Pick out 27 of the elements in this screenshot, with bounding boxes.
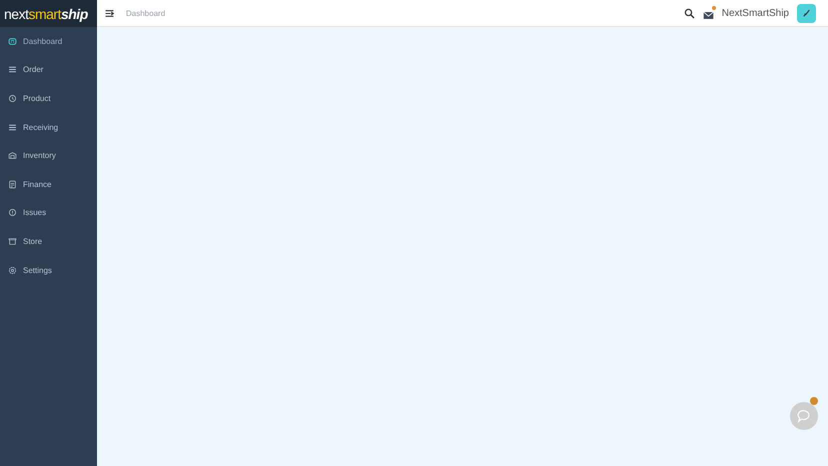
avatar[interactable] — [797, 4, 816, 22]
box-icon — [8, 236, 17, 246]
sidebar-item[interactable]: Finance — [0, 170, 97, 199]
sidebar-item[interactable]: Receiving — [0, 112, 97, 142]
list-icon — [8, 65, 17, 74]
logo: nextsmartship — [0, 0, 97, 27]
document-icon — [8, 180, 17, 189]
menu-icon[interactable] — [105, 8, 114, 18]
sidebar-item[interactable]: Inventory — [0, 141, 97, 170]
breadcrumb: Dashboard — [126, 8, 166, 18]
alert-icon — [8, 208, 17, 218]
sidebar-item[interactable]: Issues — [0, 198, 97, 228]
sidebar-item[interactable]: Order — [0, 56, 97, 84]
pen-icon — [801, 8, 812, 18]
sidebar-item[interactable]: Product — [0, 84, 97, 113]
list-icon — [8, 122, 17, 132]
sidebar-item[interactable]: Dashboard — [0, 27, 97, 56]
clock-icon — [8, 94, 17, 103]
user-name[interactable]: NextSmartShip — [722, 8, 789, 18]
house-icon — [8, 151, 17, 160]
mail-icon[interactable] — [702, 10, 714, 20]
settings-icon — [8, 266, 17, 275]
sidebar-item[interactable]: Store — [0, 227, 97, 256]
gauge-icon — [8, 36, 17, 46]
sidebar-item[interactable]: Settings — [0, 256, 97, 284]
search-icon[interactable] — [684, 8, 695, 18]
chat-icon — [797, 409, 811, 423]
